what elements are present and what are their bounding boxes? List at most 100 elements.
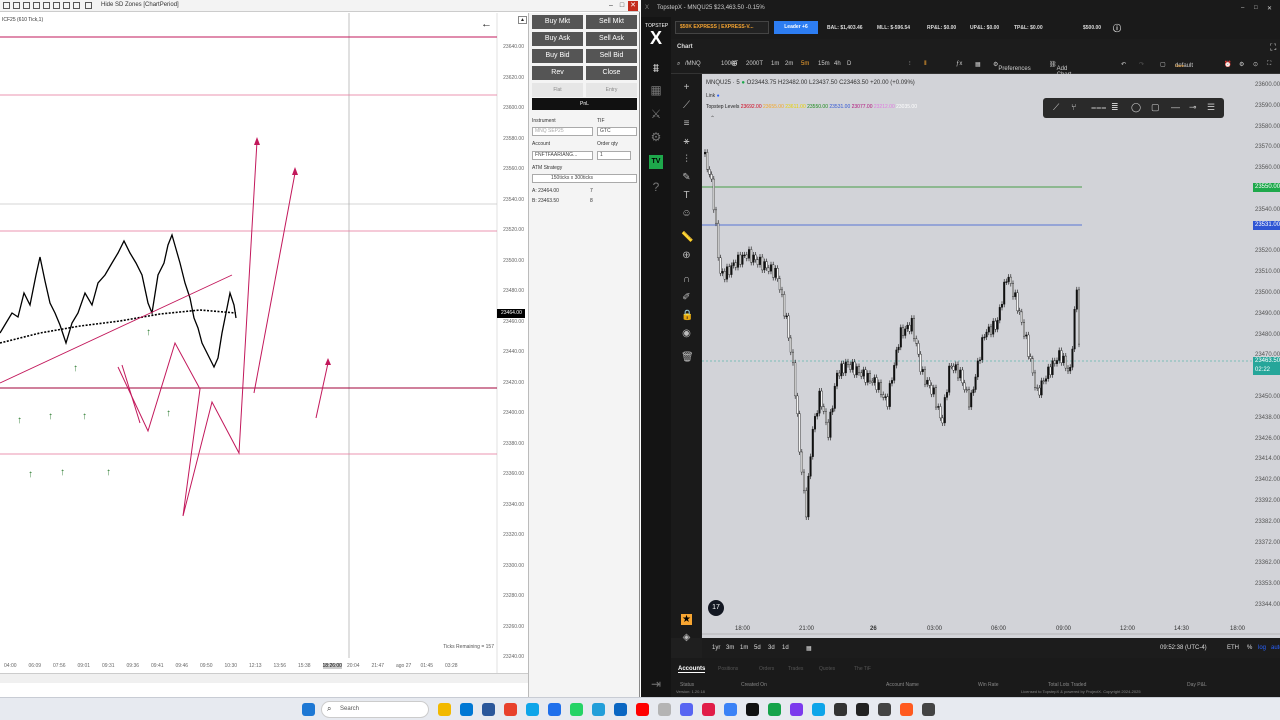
tradingview-icon[interactable]: TV: [649, 155, 663, 169]
range-1d[interactable]: 1d: [782, 645, 789, 651]
toolbar-icon[interactable]: [13, 2, 20, 9]
info-icon[interactable]: ⓘ: [1113, 23, 1121, 34]
minimize-icon[interactable]: –: [1241, 5, 1244, 11]
indicators-icon[interactable]: ƒx: [956, 61, 962, 67]
preferences-button[interactable]: ⚙ Preferences: [993, 61, 1031, 72]
session-toggle[interactable]: ETH: [1227, 645, 1239, 651]
timeframe-5m[interactable]: 5m: [801, 61, 809, 67]
close-icon[interactable]: ✕: [628, 1, 638, 11]
taskbar-app-icon[interactable]: [438, 703, 451, 716]
magnet-icon[interactable]: ∩: [681, 274, 692, 285]
instrument-select[interactable]: MNQ SEP25: [532, 127, 593, 136]
taskbar-app-icon[interactable]: [504, 703, 517, 716]
taskbar-app-icon[interactable]: [658, 703, 671, 716]
auto-toggle[interactable]: auto: [1271, 645, 1280, 651]
brush-icon[interactable]: ✎: [681, 172, 692, 183]
atm-select[interactable]: 150ticks x 300ticks: [532, 174, 637, 183]
settings-icon[interactable]: ⚙: [1239, 61, 1244, 68]
table-header[interactable]: Account Name: [886, 682, 919, 688]
taskbar-app-icon[interactable]: [570, 703, 583, 716]
taskbar-app-icon[interactable]: [636, 703, 649, 716]
lock-draw-icon[interactable]: ✐: [681, 292, 692, 303]
taskbar-app-icon[interactable]: [746, 703, 759, 716]
taskbar-search[interactable]: Search: [321, 701, 429, 718]
leader-badge[interactable]: Leader +6: [774, 21, 818, 34]
link-label[interactable]: Link ●: [706, 93, 720, 99]
line-tool-icon[interactable]: ⟋: [1053, 102, 1059, 113]
fib-tool-icon[interactable]: ≣: [1111, 102, 1119, 113]
rect-tool-icon[interactable]: ▢: [1151, 102, 1160, 113]
taskbar-app-icon[interactable]: [460, 703, 473, 716]
crosshair-icon[interactable]: +: [681, 82, 692, 93]
bottom-tab-4[interactable]: Quotes: [819, 666, 835, 672]
account-select[interactable]: $50K EXPRESS | EXPRESS-V...: [675, 21, 769, 34]
fullscreen-icon[interactable]: ▢: [1160, 61, 1166, 68]
timeframe-2m[interactable]: 2m: [785, 61, 793, 67]
range-3m[interactable]: 3m: [726, 645, 734, 651]
eye-icon[interactable]: ◉: [681, 328, 692, 339]
tif-select[interactable]: GTC: [597, 127, 637, 136]
trash-icon[interactable]: 🗑: [681, 352, 694, 363]
table-header[interactable]: Status: [680, 682, 694, 688]
taskbar-app-icon[interactable]: [526, 703, 539, 716]
lock-icon[interactable]: 🔒: [681, 310, 693, 321]
sell-bid-button[interactable]: Sell Bid: [586, 49, 637, 63]
zoom-icon[interactable]: ⊕: [681, 250, 692, 261]
timeframe-D[interactable]: D: [847, 61, 851, 67]
logout-icon[interactable]: ⇥: [649, 677, 663, 691]
taskbar-app-icon[interactable]: [790, 703, 803, 716]
scroll-up-icon[interactable]: ▲: [518, 16, 527, 24]
taskbar-app-icon[interactable]: [812, 703, 825, 716]
menu-icon[interactable]: ☰: [1207, 102, 1215, 113]
range-1m[interactable]: 1m: [740, 645, 748, 651]
taskbar-app-icon[interactable]: [878, 703, 891, 716]
maximize-icon[interactable]: □: [617, 1, 627, 11]
expand-icon[interactable]: ⛶: [1270, 42, 1276, 53]
forecast-icon[interactable]: ⫶: [681, 154, 692, 165]
analytics-icon[interactable]: ⚔: [649, 107, 663, 121]
settings-icon[interactable]: ⚙: [649, 130, 663, 144]
alert-icon[interactable]: ⏰: [1224, 61, 1231, 68]
search-icon[interactable]: ⌕: [677, 61, 680, 68]
toolbar-icon[interactable]: [53, 2, 60, 9]
toolbar-icon[interactable]: [85, 2, 92, 9]
trendline-icon[interactable]: ⟋: [681, 100, 692, 111]
range-1yr[interactable]: 1yr: [712, 645, 720, 651]
back-arrow-icon[interactable]: ←: [481, 18, 492, 30]
taskbar-app-icon[interactable]: [856, 703, 869, 716]
chart-icon[interactable]: ⩩: [649, 61, 663, 75]
close-button[interactable]: Close: [586, 66, 637, 80]
bottom-tab-5[interactable]: The TiF: [854, 666, 871, 672]
reverse-button[interactable]: Rev: [532, 66, 583, 80]
taskbar-app-icon[interactable]: [900, 703, 913, 716]
timeframe-4h[interactable]: 4h: [834, 61, 841, 67]
taskbar-app-icon[interactable]: [592, 703, 605, 716]
bottom-tab-2[interactable]: Orders: [759, 666, 774, 672]
layers-icon[interactable]: ◈: [681, 632, 692, 643]
text-icon[interactable]: T: [681, 190, 692, 201]
close-icon[interactable]: ✕: [1267, 5, 1272, 12]
percent-toggle[interactable]: %: [1247, 645, 1252, 651]
circle-tool-icon[interactable]: ◯: [1131, 102, 1141, 113]
more-icon[interactable]: ⛶: [1267, 61, 1271, 68]
camera-icon[interactable]: ⊙: [1253, 61, 1258, 68]
taskbar-app-icon[interactable]: [548, 703, 561, 716]
sell-ask-button[interactable]: Sell Ask: [586, 32, 637, 46]
chart-icon[interactable]: [3, 2, 10, 9]
price-chart-left[interactable]: ↑ ↑ ↑ ↑ ↑ ↑ ↑ ↑ ↑ ICF25 (610 Tick,1) ← ▲ 2346…: [0, 13, 528, 684]
star-icon[interactable]: ★: [681, 614, 692, 625]
bottom-tab-1[interactable]: Positions: [718, 666, 738, 672]
timeframe-1m[interactable]: 1m: [771, 61, 779, 67]
buy-ask-button[interactable]: Buy Ask: [532, 32, 583, 46]
entry-button[interactable]: Entry: [586, 83, 637, 97]
toolbar-icon[interactable]: [23, 2, 30, 9]
table-header[interactable]: Win Rate: [978, 682, 999, 688]
buy-mkt-button[interactable]: Buy Mkt: [532, 15, 583, 29]
fib-icon[interactable]: ≡: [681, 118, 692, 129]
toolbar-icon[interactable]: [33, 2, 40, 9]
redo-icon[interactable]: ↷: [1139, 61, 1144, 68]
timeframe-1000T[interactable]: 1000T: [721, 61, 738, 67]
buy-bid-button[interactable]: Buy Bid: [532, 49, 583, 63]
ray-tool-icon[interactable]: ⊸: [1189, 102, 1197, 113]
taskbar-app-icon[interactable]: [680, 703, 693, 716]
